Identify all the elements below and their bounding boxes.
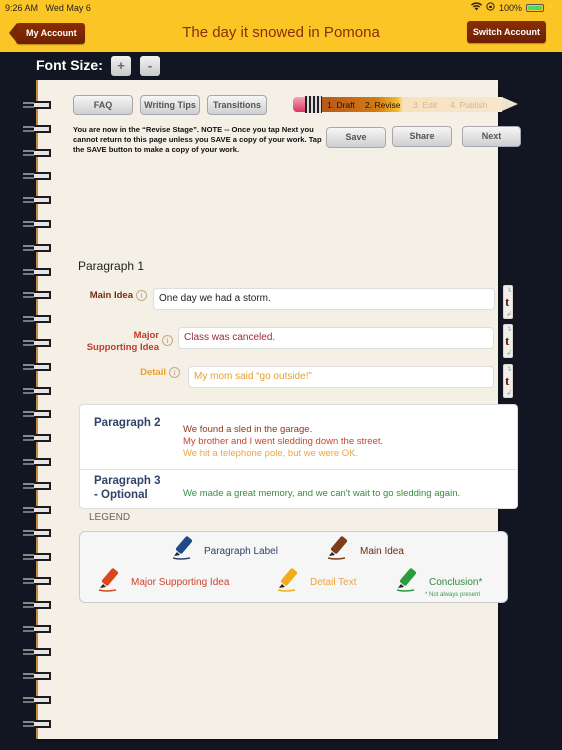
battery-percent: 100% bbox=[499, 2, 523, 13]
spiral-ring bbox=[23, 482, 57, 491]
share-button[interactable]: Share bbox=[392, 126, 452, 147]
spiral-ring bbox=[23, 506, 57, 515]
spiral-ring bbox=[23, 149, 57, 158]
detail-text-marker-icon bbox=[277, 568, 298, 592]
font-increase-button[interactable]: + bbox=[111, 56, 131, 76]
paragraph-3-line: We made a great memory, and we can't wai… bbox=[183, 488, 461, 499]
stage-draft: 1. Draft bbox=[327, 100, 355, 110]
spiral-ring bbox=[23, 648, 57, 657]
major-supporting-idea-transition-button[interactable]: ↴ t ↲ bbox=[503, 324, 513, 358]
spiral-ring bbox=[23, 125, 57, 134]
spiral-ring bbox=[23, 315, 57, 324]
wifi-icon bbox=[471, 2, 482, 13]
main-idea-field[interactable]: One day we had a storm. bbox=[153, 288, 495, 310]
spiral-ring bbox=[23, 577, 57, 586]
major-supporting-idea-field[interactable]: Class was canceled. bbox=[178, 327, 494, 349]
paragraph-2-label[interactable]: Paragraph 2 bbox=[94, 416, 160, 430]
writing-tips-button[interactable]: Writing Tips bbox=[140, 95, 200, 115]
paragraph-2-line: We found a sled in the garage. bbox=[183, 424, 313, 435]
spiral-ring bbox=[23, 434, 57, 443]
stage-publish: 4. Publish bbox=[450, 100, 488, 110]
spiral-ring bbox=[23, 696, 57, 705]
main-idea-info-icon[interactable]: i bbox=[136, 290, 147, 301]
revise-stage-notice: You are now in the “Revise Stage”. NOTE … bbox=[73, 125, 322, 154]
spiral-ring bbox=[23, 291, 57, 300]
legend-paragraph-label: Paragraph Label bbox=[204, 546, 278, 557]
conclusion-marker-icon bbox=[396, 568, 417, 592]
detail-info-icon[interactable]: i bbox=[169, 367, 180, 378]
font-decrease-button[interactable]: - bbox=[140, 56, 160, 76]
pencil-ferrule bbox=[305, 96, 322, 113]
spiral-ring bbox=[23, 101, 57, 110]
paragraph-2-line: We hit a telephone pole, but we were OK. bbox=[183, 448, 359, 459]
paragraph-1-title: Paragraph 1 bbox=[78, 259, 145, 273]
stage-edit: 3. Edit bbox=[413, 100, 438, 110]
font-size-label: Font Size: bbox=[36, 57, 103, 73]
legend-title: LEGEND bbox=[89, 512, 131, 523]
legend-conclusion-note: * Not always present bbox=[425, 592, 481, 598]
paragraph-3-label[interactable]: Paragraph 3- Optional bbox=[94, 474, 160, 502]
main-idea-transition-button[interactable]: ↴ t ↲ bbox=[503, 285, 513, 319]
legend-detail-text: Detail Text bbox=[310, 577, 357, 588]
spiral-ring bbox=[23, 601, 57, 610]
spiral-ring bbox=[23, 268, 57, 277]
divider bbox=[80, 469, 517, 470]
spiral-ring bbox=[23, 172, 57, 181]
pencil-eraser bbox=[293, 97, 305, 112]
major-supporting-idea-info-icon[interactable]: i bbox=[162, 335, 173, 346]
switch-account-button[interactable]: Switch Account bbox=[466, 21, 546, 43]
spiral-ring bbox=[23, 458, 57, 467]
spiral-ring bbox=[23, 553, 57, 562]
legend-conclusion: Conclusion* bbox=[429, 577, 483, 588]
stage-revise: 2. Revise bbox=[365, 100, 401, 110]
transitions-button[interactable]: Transitions bbox=[207, 95, 267, 115]
status-time: 9:26 AM Wed May 6 bbox=[5, 3, 91, 13]
spiral-ring bbox=[23, 720, 57, 729]
faq-button[interactable]: FAQ bbox=[73, 95, 133, 115]
legend-main-idea: Main Idea bbox=[360, 546, 404, 557]
spiral-ring bbox=[23, 220, 57, 229]
main-idea-label: Main Idea bbox=[89, 290, 133, 301]
major-supporting-idea-marker-icon bbox=[98, 568, 119, 592]
detail-field[interactable]: My mom said “go outside!” bbox=[188, 366, 494, 388]
paragraphs-summary: Paragraph 2 We found a sled in the garag… bbox=[79, 404, 518, 509]
main-idea-marker-icon bbox=[327, 536, 348, 560]
detail-label: Detail bbox=[140, 367, 166, 378]
paragraph-2-line: My brother and I went sledding down the … bbox=[183, 436, 384, 447]
next-button[interactable]: Next bbox=[462, 126, 521, 147]
top-bar: 9:26 AM Wed May 6 100% ⚡ My Account The … bbox=[0, 0, 562, 52]
spiral-ring bbox=[23, 363, 57, 372]
spiral-ring bbox=[23, 196, 57, 205]
spiral-ring bbox=[23, 625, 57, 634]
spiral-ring bbox=[23, 529, 57, 538]
battery-icon bbox=[526, 3, 545, 12]
spiral-ring bbox=[23, 387, 57, 396]
status-indicators: 100% ⚡ bbox=[471, 2, 556, 13]
spiral-ring bbox=[23, 672, 57, 681]
paragraph-label-marker-icon bbox=[172, 536, 193, 560]
charging-bolt-icon: ⚡ bbox=[546, 3, 556, 12]
save-button[interactable]: Save bbox=[326, 127, 386, 148]
stage-progress-pencil: 1. Draft 2. Revise 3. Edit 4. Publish bbox=[293, 95, 519, 115]
legend-major-supporting-idea: Major Supporting Idea bbox=[131, 577, 230, 588]
major-supporting-idea-label: Major Supporting Idea bbox=[86, 330, 159, 353]
spiral-ring bbox=[23, 339, 57, 348]
legend: Paragraph Label Main Idea Major Supporti… bbox=[79, 531, 508, 603]
pencil-tip bbox=[502, 97, 518, 111]
spiral-ring bbox=[23, 410, 57, 419]
orientation-lock-icon bbox=[486, 2, 495, 13]
detail-transition-button[interactable]: ↴ t ↲ bbox=[503, 364, 513, 398]
spiral-ring bbox=[23, 244, 57, 253]
